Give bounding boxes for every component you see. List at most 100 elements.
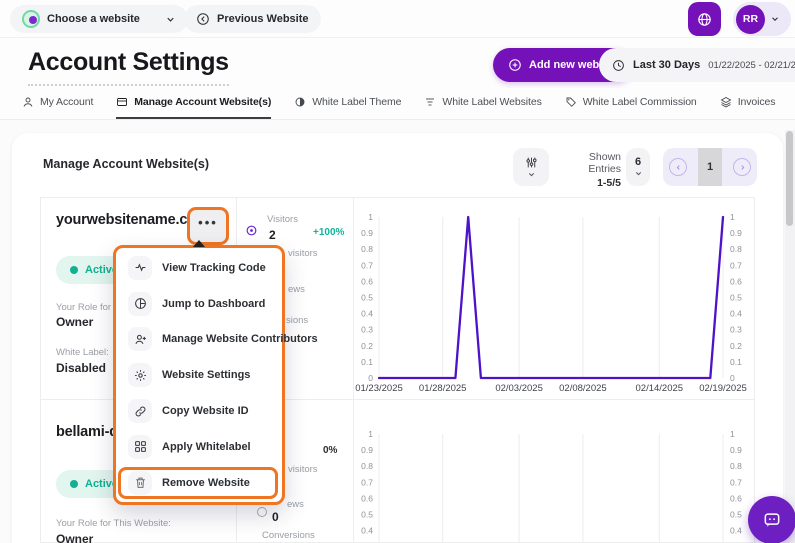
- topbar: Choose a website Previous Website RR: [0, 0, 795, 38]
- menu-item-apply-whitelabel[interactable]: Apply Whitelabel: [116, 429, 282, 465]
- menu-item-view-tracking-code[interactable]: View Tracking Code: [116, 250, 282, 286]
- stat-label-partial: visitors: [288, 248, 318, 259]
- status-dot-icon: [70, 480, 78, 488]
- svg-text:0.5: 0.5: [361, 293, 373, 303]
- svg-text:01/28/2025: 01/28/2025: [419, 383, 467, 394]
- row-actions-menu: View Tracking Code Jump to Dashboard Man…: [113, 245, 285, 505]
- filter-button[interactable]: [513, 148, 549, 186]
- role-label: Your Role for This Website:: [56, 518, 171, 529]
- pageviews-value: 0: [272, 510, 279, 524]
- settings-tabs: My Account Manage Account Website(s) Whi…: [0, 88, 795, 120]
- svg-text:0.5: 0.5: [730, 293, 742, 303]
- svg-text:01/23/2025: 01/23/2025: [355, 383, 403, 394]
- svg-text:0.4: 0.4: [730, 526, 742, 536]
- globe-icon: [696, 11, 713, 28]
- svg-text:0.4: 0.4: [361, 526, 373, 536]
- svg-text:0.2: 0.2: [730, 341, 742, 351]
- menu-item-website-settings[interactable]: Website Settings: [116, 357, 282, 393]
- plus-circle-icon: [508, 58, 522, 72]
- chevron-down-icon: [634, 169, 643, 178]
- shown-entries-value: 1-5/5: [555, 177, 621, 189]
- stat-label-partial: visitors: [288, 464, 318, 475]
- app-window: Choose a website Previous Website RR Acc…: [0, 0, 795, 543]
- choose-website-dropdown[interactable]: Choose a website: [10, 5, 188, 33]
- svg-text:02/14/2025: 02/14/2025: [636, 383, 684, 394]
- stat-label-partial: ews: [288, 284, 305, 295]
- tab-invoices[interactable]: Invoices: [720, 88, 776, 119]
- pagination: 1: [663, 148, 757, 186]
- tab-white-label-commission[interactable]: White Label Commission: [565, 88, 697, 119]
- prev-page-button[interactable]: [669, 158, 687, 176]
- chevron-down-icon: [527, 170, 536, 179]
- date-range-selector[interactable]: Last 30 Days 01/22/2025 - 02/21/2025: [599, 48, 795, 82]
- svg-text:02/03/2025: 02/03/2025: [495, 383, 543, 394]
- date-range-label: Last 30 Days: [633, 59, 700, 71]
- stat-label-partial: sions: [286, 315, 308, 326]
- tab-my-account[interactable]: My Account: [22, 88, 93, 119]
- svg-text:0.6: 0.6: [730, 493, 742, 503]
- tab-manage-account-websites[interactable]: Manage Account Website(s): [116, 88, 271, 119]
- role-value: Owner: [56, 315, 93, 329]
- page-size-selector[interactable]: 6: [626, 148, 650, 186]
- svg-text:0.2: 0.2: [361, 341, 373, 351]
- stat-label-partial: ews: [287, 499, 304, 510]
- user-plus-icon: [128, 327, 152, 351]
- svg-text:0.4: 0.4: [361, 309, 373, 319]
- sliders-icon: [525, 156, 538, 169]
- chevron-down-icon: [770, 14, 780, 24]
- next-page-button[interactable]: [733, 158, 751, 176]
- arrow-right-icon: [738, 163, 747, 172]
- panel-title: Manage Account Website(s): [43, 157, 209, 171]
- target-icon: [245, 224, 258, 237]
- tag-icon: [565, 96, 577, 108]
- svg-text:0.9: 0.9: [361, 445, 373, 455]
- previous-website-button[interactable]: Previous Website: [184, 5, 321, 33]
- tab-white-label-theme[interactable]: White Label Theme: [294, 88, 401, 119]
- ellipsis-icon: •••: [198, 218, 218, 228]
- svg-text:1: 1: [368, 212, 373, 222]
- clock-icon: [612, 59, 625, 72]
- website-logo-icon: [22, 10, 40, 28]
- websites-app-button[interactable]: [688, 2, 721, 36]
- svg-text:0.5: 0.5: [730, 510, 742, 520]
- svg-text:0.3: 0.3: [361, 325, 373, 335]
- contrast-icon: [294, 96, 306, 108]
- tab-white-label-websites[interactable]: White Label Websites: [424, 88, 541, 119]
- page-title: Account Settings: [28, 48, 229, 86]
- svg-text:0.8: 0.8: [730, 461, 742, 471]
- svg-text:0: 0: [730, 373, 735, 383]
- visitors-line-chart: 000.10.10.20.20.30.30.40.40.50.50.60.60.…: [353, 198, 756, 399]
- menu-item-copy-website-id[interactable]: Copy Website ID: [116, 393, 282, 429]
- avatar: RR: [736, 5, 765, 34]
- shown-entries: Shown Entries 1-5/5: [555, 151, 621, 189]
- svg-text:0.9: 0.9: [361, 228, 373, 238]
- scrollbar-thumb[interactable]: [786, 131, 793, 226]
- svg-text:0.7: 0.7: [730, 477, 742, 487]
- visitors-label: Visitors: [267, 214, 298, 225]
- user-menu[interactable]: RR: [733, 2, 791, 36]
- menu-item-manage-website-contributors[interactable]: Manage Website Contributors: [116, 322, 282, 358]
- svg-text:0.6: 0.6: [361, 276, 373, 286]
- svg-text:02/19/2025: 02/19/2025: [699, 383, 747, 394]
- menu-caret-icon: [193, 240, 205, 247]
- svg-text:0.4: 0.4: [730, 309, 742, 319]
- menu-item-remove-website[interactable]: Remove Website: [116, 465, 282, 501]
- svg-text:0.7: 0.7: [730, 260, 742, 270]
- svg-text:0.9: 0.9: [730, 228, 742, 238]
- arrow-left-icon: [674, 163, 683, 172]
- arrow-left-circle-icon: [196, 12, 210, 26]
- conversions-label: Conversions: [262, 530, 315, 541]
- chat-widget-button[interactable]: [748, 496, 795, 543]
- svg-text:0.8: 0.8: [730, 244, 742, 254]
- dashboard-icon: [128, 292, 152, 316]
- svg-text:0.5: 0.5: [361, 510, 373, 520]
- svg-text:0.8: 0.8: [361, 461, 373, 471]
- white-label-value: Disabled: [56, 361, 106, 375]
- menu-item-jump-to-dashboard[interactable]: Jump to Dashboard: [116, 286, 282, 322]
- previous-website-label: Previous Website: [217, 13, 309, 25]
- trash-icon: [128, 471, 152, 495]
- current-page[interactable]: 1: [698, 148, 722, 186]
- layers-icon: [720, 96, 732, 108]
- svg-text:0.7: 0.7: [361, 260, 373, 270]
- svg-text:1: 1: [730, 429, 735, 439]
